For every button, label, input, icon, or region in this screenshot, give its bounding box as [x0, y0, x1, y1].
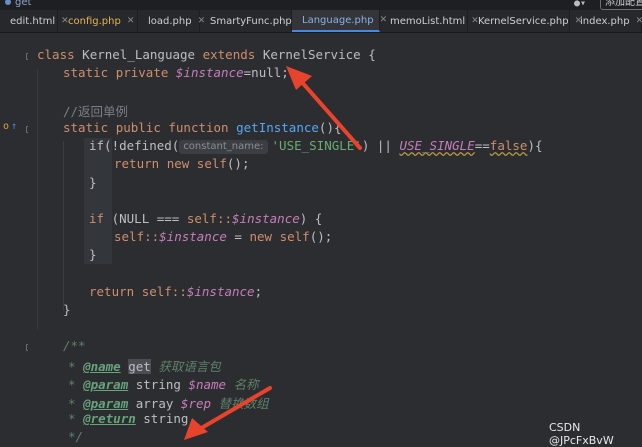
arrow-to-docblock: [184, 386, 272, 440]
annotation-arrows: [184, 66, 362, 440]
watermark: CSDN @JPcFxBvW: [549, 421, 614, 447]
arrow-to-instance: [286, 66, 362, 150]
